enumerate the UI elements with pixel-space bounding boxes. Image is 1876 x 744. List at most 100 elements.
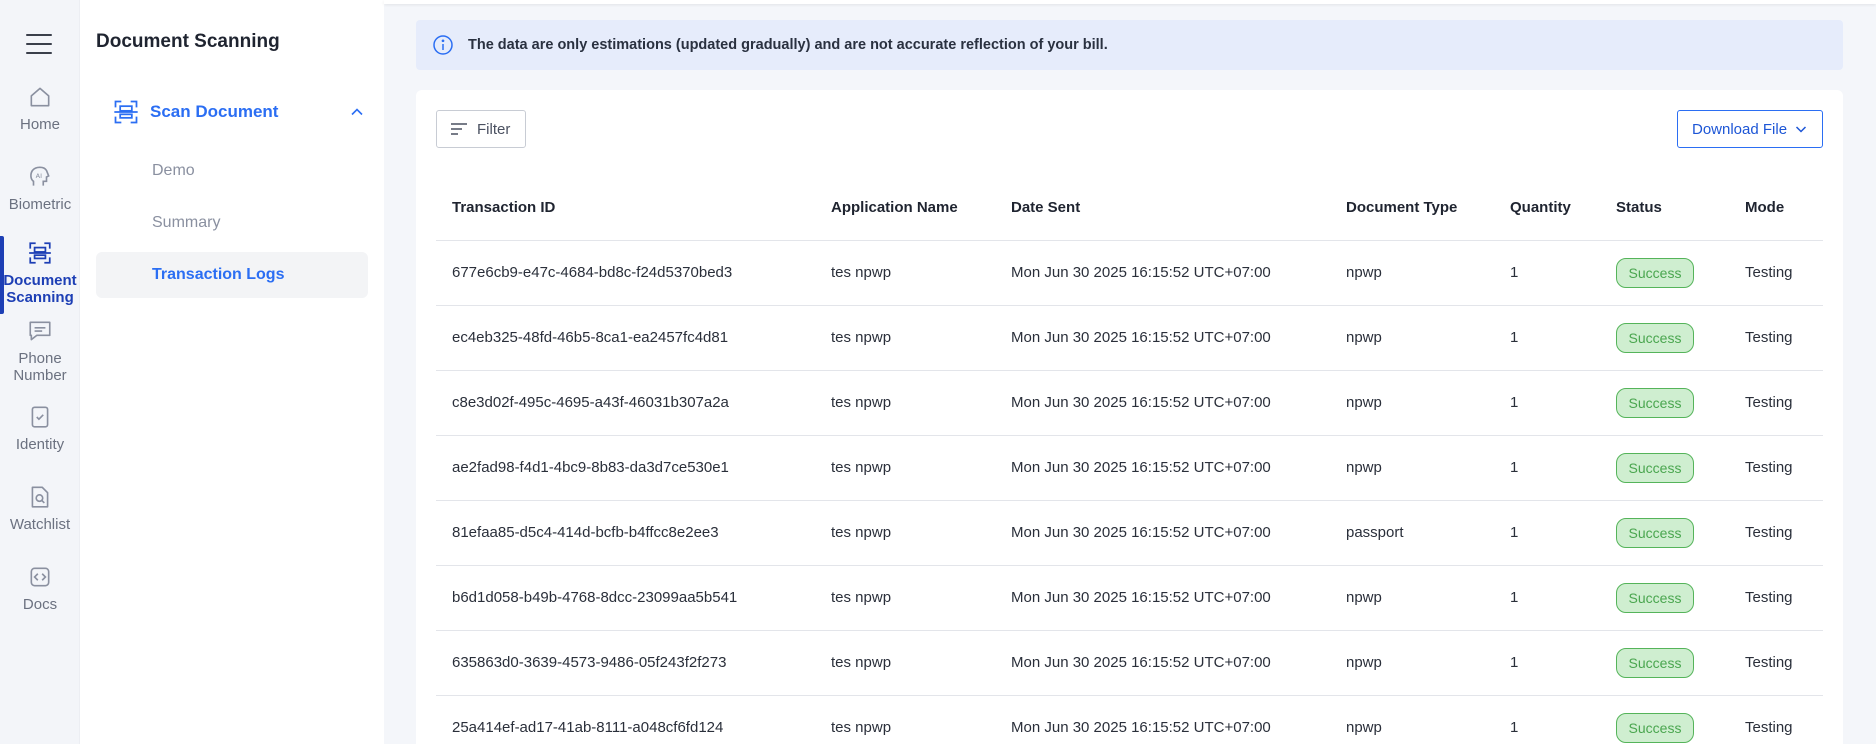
check-file-icon <box>31 406 49 428</box>
application-name-cell: tes npwp <box>815 500 995 566</box>
document-type-cell: npwp <box>1330 630 1494 696</box>
rail-item-phone-number[interactable]: Phone Number <box>0 318 80 384</box>
rail-item-label: Docs <box>22 596 58 613</box>
hamburger-menu-icon[interactable] <box>26 34 52 54</box>
transaction-id-cell: b6d1d058-b49b-4768-8dcc-23099aa5b541 <box>436 565 815 631</box>
rail-item-docs[interactable]: Docs <box>0 564 80 613</box>
date-sent-cell: Mon Jun 30 2025 16:15:52 UTC+07:00 <box>995 630 1330 696</box>
home-icon <box>30 87 50 107</box>
mode-cell: Testing <box>1729 695 1823 744</box>
quantity-cell: 1 <box>1494 695 1600 744</box>
column-header-date-sent[interactable]: Date Sent <box>995 176 1330 241</box>
scan-document-icon <box>114 100 138 124</box>
transaction-logs-card: Filter Download File Transaction ID Appl… <box>416 90 1843 744</box>
date-sent-cell: Mon Jun 30 2025 16:15:52 UTC+07:00 <box>995 370 1330 436</box>
group-label: Scan Document <box>150 102 279 121</box>
column-header-mode[interactable]: Mode <box>1729 176 1823 241</box>
transaction-id-cell: ec4eb325-48fd-46b5-8ca1-ea2457fc4d81 <box>436 305 815 371</box>
date-sent-cell: Mon Jun 30 2025 16:15:52 UTC+07:00 <box>995 435 1330 501</box>
filter-button[interactable]: Filter <box>436 110 526 148</box>
document-type-cell: npwp <box>1330 565 1494 631</box>
application-name-cell: tes npwp <box>815 435 995 501</box>
status-cell: Success <box>1600 435 1729 501</box>
transaction-id-cell: 81efaa85-d5c4-414d-bcfb-b4ffcc8e2ee3 <box>436 500 815 566</box>
table-body: 677e6cb9-e47c-4684-bd8c-f24d5370bed3 tes … <box>436 240 1823 744</box>
status-badge: Success <box>1616 257 1694 288</box>
sidebar-item-summary[interactable]: Summary <box>96 200 368 246</box>
document-type-cell: npwp <box>1330 435 1494 501</box>
message-icon <box>29 321 51 341</box>
status-badge: Success <box>1616 582 1694 613</box>
top-bar <box>384 0 1876 4</box>
column-header-status[interactable]: Status <box>1600 176 1729 241</box>
table-row[interactable]: c8e3d02f-495c-4695-a43f-46031b307a2a tes … <box>436 370 1823 436</box>
date-sent-cell: Mon Jun 30 2025 16:15:52 UTC+07:00 <box>995 695 1330 744</box>
column-header-quantity[interactable]: Quantity <box>1494 176 1600 241</box>
date-sent-cell: Mon Jun 30 2025 16:15:52 UTC+07:00 <box>995 240 1330 306</box>
status-cell: Success <box>1600 565 1729 631</box>
status-badge: Success <box>1616 387 1694 418</box>
section-sidebar: Document Scanning Scan Document Demo Sum… <box>80 0 384 744</box>
info-icon <box>433 35 453 55</box>
sidebar-title: Document Scanning <box>96 31 280 52</box>
sidebar-item-demo[interactable]: Demo <box>96 148 368 194</box>
status-cell: Success <box>1600 370 1729 436</box>
scan-document-icon <box>29 242 51 264</box>
rail-item-identity[interactable]: Identity <box>0 404 80 453</box>
document-type-cell: npwp <box>1330 240 1494 306</box>
transaction-id-cell: c8e3d02f-495c-4695-a43f-46031b307a2a <box>436 370 815 436</box>
mode-cell: Testing <box>1729 630 1823 696</box>
rail-item-document-scanning[interactable]: Document Scanning <box>0 236 80 314</box>
application-name-cell: tes npwp <box>815 695 995 744</box>
mode-cell: Testing <box>1729 435 1823 501</box>
filter-lines-icon <box>451 123 467 135</box>
search-file-icon <box>31 486 49 508</box>
quantity-cell: 1 <box>1494 630 1600 696</box>
transaction-id-cell: ae2fad98-f4d1-4bc9-8b83-da3d7ce530e1 <box>436 435 815 501</box>
table-row[interactable]: ec4eb325-48fd-46b5-8ca1-ea2457fc4d81 tes … <box>436 305 1823 371</box>
column-header-document-type[interactable]: Document Type <box>1330 176 1494 241</box>
table-header-row: Transaction ID Application Name Date Sen… <box>436 176 1823 241</box>
mode-cell: Testing <box>1729 500 1823 566</box>
application-name-cell: tes npwp <box>815 240 995 306</box>
rail-item-label: Phone Number <box>13 350 67 384</box>
rail-item-biometric[interactable]: AI Biometric <box>0 164 80 213</box>
mode-cell: Testing <box>1729 240 1823 306</box>
mode-cell: Testing <box>1729 370 1823 436</box>
column-header-transaction-id[interactable]: Transaction ID <box>436 176 815 241</box>
scan-document-group-toggle[interactable]: Scan Document <box>112 96 364 128</box>
document-type-cell: npwp <box>1330 370 1494 436</box>
status-cell: Success <box>1600 305 1729 371</box>
quantity-cell: 1 <box>1494 370 1600 436</box>
download-file-button[interactable]: Download File <box>1677 110 1823 148</box>
table-row[interactable]: ae2fad98-f4d1-4bc9-8b83-da3d7ce530e1 tes … <box>436 435 1823 501</box>
date-sent-cell: Mon Jun 30 2025 16:15:52 UTC+07:00 <box>995 565 1330 631</box>
status-cell: Success <box>1600 500 1729 566</box>
status-badge: Success <box>1616 647 1694 678</box>
table-row[interactable]: 677e6cb9-e47c-4684-bd8c-f24d5370bed3 tes … <box>436 240 1823 306</box>
rail-item-label: Document Scanning <box>3 272 77 306</box>
rail-item-home[interactable]: Home <box>0 84 80 133</box>
transactions-table: Transaction ID Application Name Date Sen… <box>436 176 1823 744</box>
sidebar-item-transaction-logs[interactable]: Transaction Logs <box>96 252 368 298</box>
transaction-id-cell: 677e6cb9-e47c-4684-bd8c-f24d5370bed3 <box>436 240 815 306</box>
table-row[interactable]: 81efaa85-d5c4-414d-bcfb-b4ffcc8e2ee3 tes … <box>436 500 1823 566</box>
column-header-application-name[interactable]: Application Name <box>815 176 995 241</box>
status-badge: Success <box>1616 712 1694 743</box>
status-badge: Success <box>1616 517 1694 548</box>
date-sent-cell: Mon Jun 30 2025 16:15:52 UTC+07:00 <box>995 500 1330 566</box>
date-sent-cell: Mon Jun 30 2025 16:15:52 UTC+07:00 <box>995 305 1330 371</box>
quantity-cell: 1 <box>1494 500 1600 566</box>
rail-item-watchlist[interactable]: Watchlist <box>0 484 80 533</box>
document-type-cell: npwp <box>1330 695 1494 744</box>
table-row[interactable]: b6d1d058-b49b-4768-8dcc-23099aa5b541 tes … <box>436 565 1823 631</box>
ai-face-icon: AI <box>30 166 50 186</box>
mode-cell: Testing <box>1729 305 1823 371</box>
table-row[interactable]: 635863d0-3639-4573-9486-05f243f2f273 tes … <box>436 630 1823 696</box>
rail-item-label: Watchlist <box>9 516 71 533</box>
document-type-cell: npwp <box>1330 305 1494 371</box>
table-row[interactable]: 25a414ef-ad17-41ab-8111-a048cf6fd124 tes … <box>436 695 1823 744</box>
code-icon <box>30 567 50 587</box>
quantity-cell: 1 <box>1494 435 1600 501</box>
info-banner-text: The data are only estimations (updated g… <box>468 37 1108 53</box>
